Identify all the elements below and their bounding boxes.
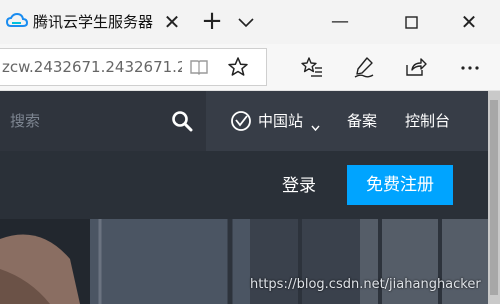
nav-beian[interactable]: 备案 <box>347 110 383 132</box>
search-input[interactable]: 搜索 <box>10 110 90 132</box>
tencent-cloud-icon <box>5 11 29 31</box>
maximize-window-button[interactable] <box>389 8 433 36</box>
scrollbar-thumb[interactable] <box>490 100 498 295</box>
region-selector[interactable]: 中国站 <box>258 110 318 132</box>
favorite-star-icon[interactable] <box>227 56 249 78</box>
chevron-down-icon[interactable] <box>234 10 258 34</box>
register-button[interactable]: 免费注册 <box>347 165 453 205</box>
favorites-list-icon[interactable] <box>300 55 324 79</box>
account-bar: 登录 免费注册 <box>0 151 500 219</box>
hero-section: 登录 免费注册 https://blog.csdn.net/jiahanghac… <box>0 151 500 304</box>
reading-view-icon[interactable] <box>189 57 209 77</box>
close-window-button[interactable]: ✕ <box>447 8 491 36</box>
site-header: 搜索 中国站 备案 控制台 <box>0 91 500 151</box>
address-url[interactable]: zcw.2432671.2432671.243 <box>2 56 182 78</box>
more-options-icon[interactable] <box>458 55 482 79</box>
address-bar[interactable]: zcw.2432671.2432671.243 <box>0 48 267 86</box>
new-tab-button[interactable]: + <box>197 6 227 36</box>
close-tab-icon[interactable]: ✕ <box>160 10 184 34</box>
pen-notes-icon[interactable] <box>352 55 376 79</box>
tab-title: 腾讯云学生服务器 <box>33 13 154 31</box>
browser-toolbar: zcw.2432671.2432671.243 <box>0 44 500 91</box>
nav-console[interactable]: 控制台 <box>405 110 457 132</box>
watermark: https://blog.csdn.net/jiahanghacker <box>250 277 481 292</box>
search-box[interactable]: 搜索 <box>0 91 206 151</box>
share-icon[interactable] <box>404 55 428 79</box>
browser-tab[interactable]: 腾讯云学生服务器 ✕ <box>0 0 190 44</box>
region-globe-icon[interactable] <box>230 110 252 132</box>
search-icon[interactable] <box>171 110 193 132</box>
chevron-down-icon[interactable] <box>311 117 320 132</box>
browser-titlebar: 腾讯云学生服务器 ✕ + — ✕ <box>0 0 500 44</box>
login-link[interactable]: 登录 <box>282 174 326 198</box>
minimize-window-button[interactable]: — <box>318 8 362 36</box>
